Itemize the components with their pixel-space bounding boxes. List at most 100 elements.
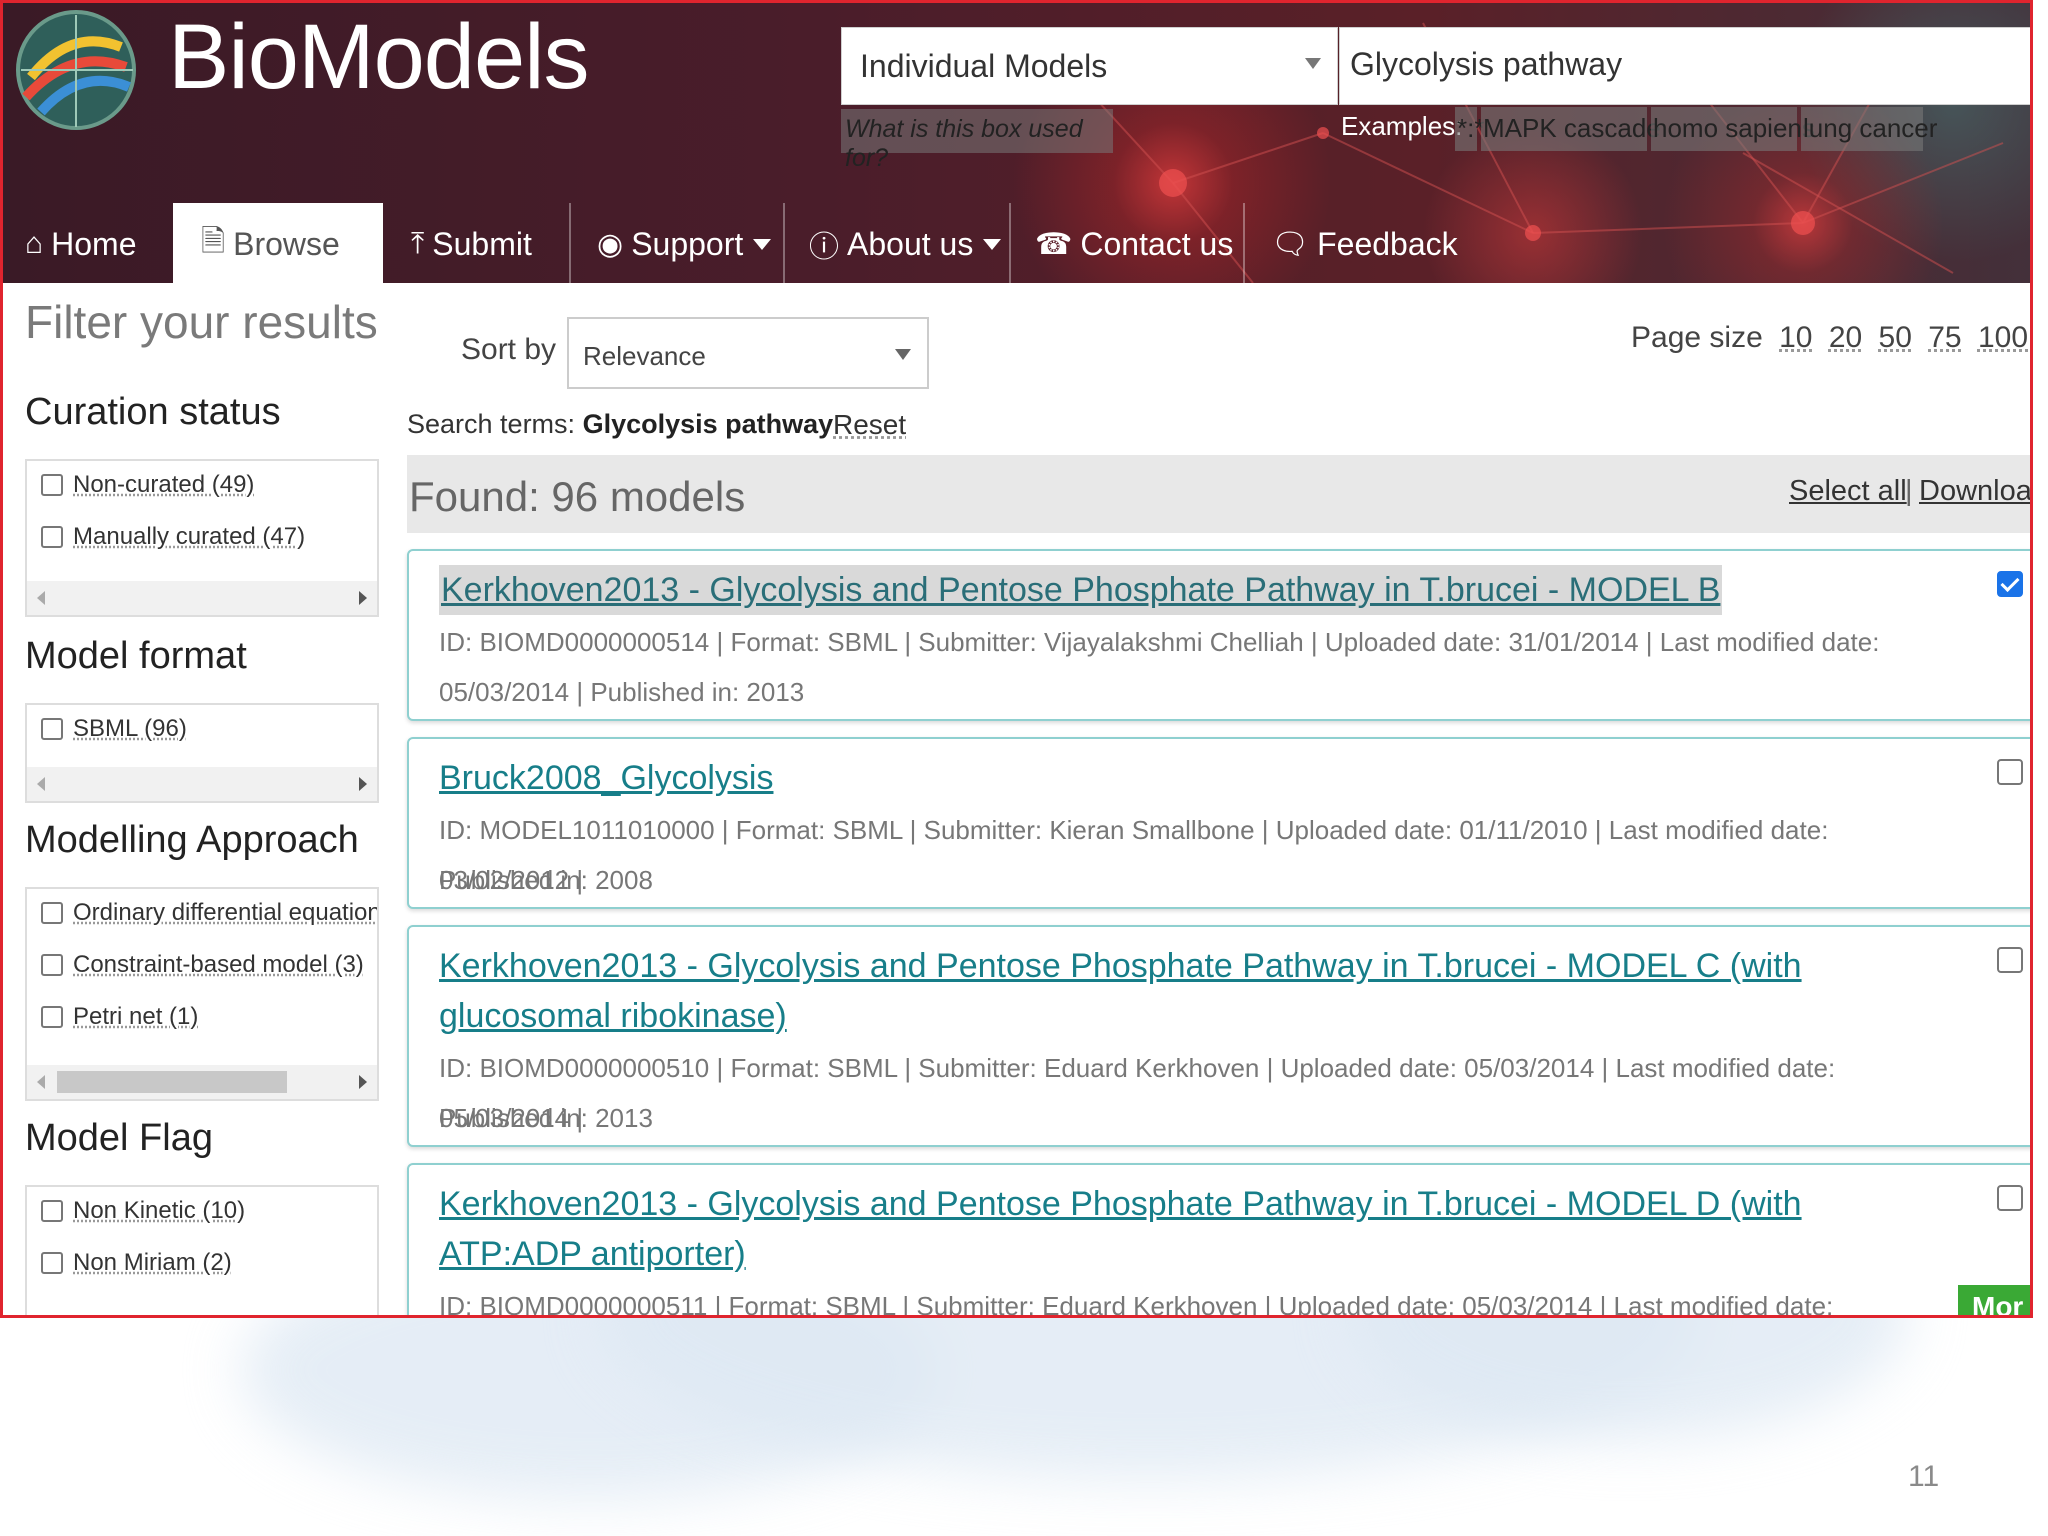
- result-title-link[interactable]: Kerkhoven2013 - Glycolysis and Pentose P…: [439, 941, 1899, 1041]
- facet-option-manually-curated[interactable]: Manually curated (47): [41, 521, 305, 553]
- chevron-down-icon: [753, 238, 772, 250]
- horizontal-scrollbar[interactable]: [27, 767, 377, 801]
- facet-option-non-curated[interactable]: Non-curated (49): [41, 469, 254, 501]
- result-title-link[interactable]: Kerkhoven2013 - Glycolysis and Pentose P…: [439, 1179, 1899, 1279]
- chevron-down-icon: [1305, 58, 1321, 69]
- sort-label: Sort by: [461, 333, 557, 366]
- checkbox[interactable]: [41, 902, 63, 924]
- facet-option-ode[interactable]: Ordinary differential equation m: [41, 897, 377, 929]
- scroll-right-icon[interactable]: [359, 777, 367, 791]
- example-chip-all[interactable]: *:*: [1455, 107, 1484, 151]
- result-meta: Published in: 2013: [439, 1103, 653, 1133]
- search-type-select[interactable]: Individual Models: [841, 27, 1338, 105]
- info-icon: ⓘ: [809, 231, 839, 264]
- nav-divider: [569, 203, 571, 285]
- nav-contact[interactable]: ☎ Contact us: [1035, 203, 1233, 285]
- page-size-100[interactable]: 100: [1978, 321, 2028, 354]
- facet-title-format: Model format: [25, 635, 247, 677]
- results-count: Found: 96 models: [409, 473, 746, 520]
- result-checkbox[interactable]: [1997, 947, 2023, 973]
- facet-title-flag: Model Flag: [25, 1117, 213, 1159]
- facet-box-approach: Ordinary differential equation m Constra…: [25, 887, 379, 1101]
- result-checkbox[interactable]: [1997, 1185, 2023, 1211]
- lifebuoy-icon: ◉: [597, 227, 624, 261]
- nav-feedback[interactable]: 🗨 Feedback: [1271, 203, 1458, 285]
- page-size-50[interactable]: 50: [1879, 321, 1912, 354]
- checkbox[interactable]: [41, 526, 63, 548]
- facet-box-flag: Non Kinetic (10) Non Miriam (2): [25, 1185, 379, 1315]
- search-type-value: Individual Models: [860, 48, 1108, 84]
- more-button[interactable]: Mor: [1958, 1285, 2030, 1315]
- checkbox[interactable]: [41, 718, 63, 740]
- reset-link[interactable]: Reset: [833, 409, 906, 441]
- facet-title-curation: Curation status: [25, 391, 281, 433]
- scrollbar-thumb[interactable]: [57, 1071, 287, 1093]
- facet-box-curation: Non-curated (49) Manually curated (47): [25, 459, 379, 617]
- page-size-75[interactable]: 75: [1928, 321, 1961, 354]
- nav-about[interactable]: ⓘ About us: [809, 203, 1002, 285]
- result-meta: 05/03/2014 | Published in: 2013: [439, 677, 805, 707]
- document-icon: 🗎: [201, 224, 226, 258]
- result-title-link[interactable]: Bruck2008_Glycolysis: [439, 753, 1899, 803]
- horizontal-scrollbar[interactable]: [27, 1065, 377, 1099]
- scroll-right-icon[interactable]: [359, 591, 367, 605]
- example-chip-mapk[interactable]: MAPK cascade: [1481, 107, 1661, 151]
- facet-option-non-kinetic[interactable]: Non Kinetic (10): [41, 1195, 245, 1227]
- example-chip-homo-sapiens[interactable]: homo sapiens: [1651, 107, 1815, 151]
- result-card: Kerkhoven2013 - Glycolysis and Pentose P…: [407, 1163, 2030, 1318]
- nav-divider: [783, 203, 785, 285]
- scroll-left-icon[interactable]: [37, 1075, 45, 1089]
- result-card: Kerkhoven2013 - Glycolysis and Pentose P…: [407, 549, 2030, 721]
- upload-icon: ⤒: [411, 227, 425, 260]
- slide-page-number: 11: [1908, 1460, 1940, 1493]
- home-icon: ⌂: [25, 227, 44, 260]
- nav-browse[interactable]: 🗎 Browse: [173, 203, 383, 285]
- result-meta: ID: BIOMD0000000511 | Format: SBML | Sub…: [439, 1291, 1834, 1318]
- page-size: Page size 10 20 50 75 100: [1631, 321, 2028, 355]
- download-link[interactable]: Download: [1919, 475, 2030, 508]
- search-input[interactable]: Glycolysis pathway: [1339, 27, 2030, 105]
- facet-title-approach: Modelling Approach: [25, 819, 359, 861]
- checkbox[interactable]: [41, 1006, 63, 1028]
- facet-option-sbml[interactable]: SBML (96): [41, 713, 187, 745]
- search-terms: Search terms: Glycolysis pathway: [407, 409, 833, 440]
- main-nav: ⌂ Home 🗎 Browse ⤒ Submit ◉ Support ⓘ Abo…: [3, 203, 1458, 285]
- separator: |: [1905, 475, 1913, 507]
- result-checkbox[interactable]: [1997, 759, 2023, 785]
- sort-value: Relevance: [583, 341, 706, 371]
- brand-title[interactable]: BioModels: [168, 5, 590, 110]
- checkbox[interactable]: [41, 954, 63, 976]
- facet-option-non-miriam[interactable]: Non Miriam (2): [41, 1247, 232, 1279]
- filter-title: Filter your results: [25, 296, 378, 348]
- screenshot-frame: BioModels Individual Models Glycolysis p…: [0, 0, 2033, 1318]
- checkbox[interactable]: [41, 1252, 63, 1274]
- scroll-left-icon[interactable]: [37, 777, 45, 791]
- result-checkbox[interactable]: [1997, 571, 2023, 597]
- speech-bubble-icon: 🗨: [1271, 227, 1310, 261]
- phone-icon: ☎: [1035, 227, 1073, 261]
- results-header: Found: 96 models Select all | Download: [407, 455, 2030, 533]
- nav-home[interactable]: ⌂ Home: [25, 203, 136, 285]
- scroll-right-icon[interactable]: [359, 1075, 367, 1089]
- search-terms-value: Glycolysis pathway: [582, 409, 834, 439]
- checkbox[interactable]: [41, 474, 63, 496]
- search-help-link[interactable]: What is this box used for?: [841, 109, 1113, 172]
- chevron-down-icon: [895, 349, 911, 360]
- biomodels-logo: [16, 10, 136, 130]
- page-size-10[interactable]: 10: [1779, 321, 1812, 354]
- scroll-left-icon[interactable]: [37, 591, 45, 605]
- facet-option-constraint-based[interactable]: Constraint-based model (3): [41, 949, 364, 981]
- horizontal-scrollbar[interactable]: [27, 581, 377, 615]
- page-size-20[interactable]: 20: [1829, 321, 1862, 354]
- nav-support[interactable]: ◉ Support: [597, 203, 772, 285]
- result-meta: Published in: 2008: [439, 865, 653, 895]
- result-card: Bruck2008_Glycolysis ID: MODEL1011010000…: [407, 737, 2030, 909]
- facet-option-petri-net[interactable]: Petri net (1): [41, 1001, 198, 1033]
- select-all-link[interactable]: Select all: [1789, 475, 1907, 508]
- example-chip-lung-cancer[interactable]: lung cancer: [1801, 107, 1937, 151]
- site-header: BioModels Individual Models Glycolysis p…: [3, 3, 2030, 285]
- checkbox[interactable]: [41, 1200, 63, 1222]
- result-title-link[interactable]: Kerkhoven2013 - Glycolysis and Pentose P…: [439, 565, 1723, 615]
- nav-submit[interactable]: ⤒ Submit: [411, 203, 532, 285]
- sort-select[interactable]: Relevance: [567, 317, 929, 389]
